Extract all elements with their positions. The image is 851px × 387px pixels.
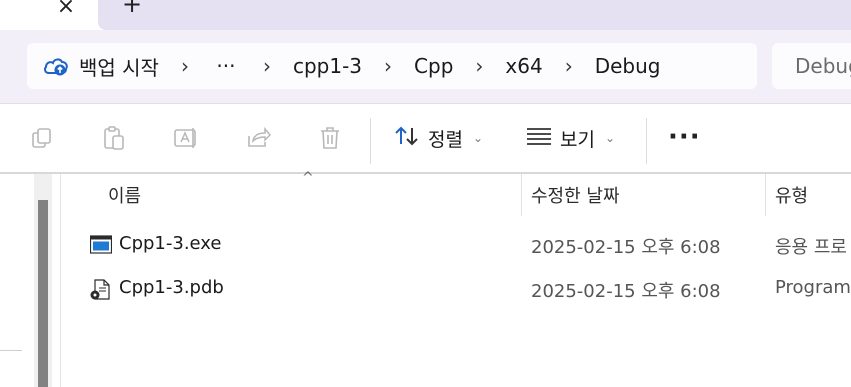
chevron-down-icon: ⌄: [604, 131, 616, 145]
breadcrumb-separator[interactable]: ›: [159, 54, 211, 78]
delete-icon[interactable]: [316, 124, 344, 152]
view-icon: [526, 126, 552, 151]
breadcrumb-home-label: 백업 시작: [79, 55, 159, 80]
toolbar-divider: [370, 118, 371, 164]
more-options-button[interactable]: ···: [668, 122, 701, 152]
search-input[interactable]: Debug: [772, 43, 851, 89]
rename-icon[interactable]: [172, 124, 200, 152]
column-header-name[interactable]: 이름: [108, 182, 141, 208]
close-tab-icon[interactable]: ×: [50, 0, 82, 22]
column-header-date[interactable]: 수정한 날짜: [531, 182, 620, 208]
pane-divider[interactable]: [60, 174, 61, 387]
file-name: Cpp1-3.exe: [119, 233, 222, 254]
file-name: Cpp1-3.pdb: [119, 277, 224, 298]
address-row: 백업 시작 › ··· › cpp1-3 › Cpp › x64 › Debug…: [0, 30, 851, 104]
pdb-icon: [90, 279, 112, 300]
sort-label: 정렬: [428, 128, 463, 151]
file-type: Program D: [775, 277, 851, 298]
command-bar: 정렬 ⌄ 보기 ⌄ ···: [0, 104, 851, 172]
tab-strip: × +: [0, 0, 851, 32]
breadcrumb-home[interactable]: 백업 시작: [43, 52, 159, 81]
toolbar-border: [0, 172, 851, 174]
file-type: 응용 프로: [775, 237, 847, 258]
share-icon[interactable]: [244, 124, 272, 152]
toolbar-divider: [646, 118, 647, 164]
column-header-type[interactable]: 유형: [775, 182, 808, 208]
tab-bar-area: [98, 0, 851, 30]
breadcrumb-x64[interactable]: x64: [505, 54, 542, 78]
breadcrumb-separator[interactable]: ›: [453, 54, 505, 78]
sort-caret-icon: ^: [302, 170, 314, 186]
view-label: 보기: [560, 128, 595, 151]
file-row[interactable]: Cpp1-3.exe 2025-02-15 오후 6:08 응용 프로: [70, 225, 851, 265]
nav-divider: [0, 350, 22, 351]
file-date: 2025-02-15 오후 6:08: [531, 237, 721, 258]
address-bar[interactable]: 백업 시작 › ··· › cpp1-3 › Cpp › x64 › Debug: [27, 43, 757, 89]
file-date: 2025-02-15 오후 6:08: [531, 281, 721, 302]
sort-icon: [394, 124, 420, 153]
exe-icon: [89, 235, 113, 255]
copy-icon[interactable]: [28, 124, 56, 152]
cloud-backup-icon: [43, 55, 69, 77]
nav-scrollbar-thumb[interactable]: [38, 200, 48, 387]
column-divider[interactable]: [765, 174, 766, 216]
search-placeholder: Debug: [795, 54, 851, 78]
breadcrumb-overflow[interactable]: ···: [211, 54, 241, 78]
breadcrumb-cpp[interactable]: Cpp: [414, 54, 453, 78]
breadcrumb-cpp1-3[interactable]: cpp1-3: [293, 54, 362, 78]
paste-icon[interactable]: [100, 124, 128, 152]
breadcrumb-separator[interactable]: ›: [362, 54, 414, 78]
chevron-down-icon: ⌄: [472, 131, 484, 145]
breadcrumb-debug[interactable]: Debug: [595, 54, 661, 78]
breadcrumb-separator[interactable]: ›: [241, 54, 293, 78]
breadcrumb-separator[interactable]: ›: [543, 54, 595, 78]
sort-button[interactable]: 정렬 ⌄: [394, 120, 483, 156]
column-divider[interactable]: [521, 174, 522, 216]
view-button[interactable]: 보기 ⌄: [526, 120, 615, 156]
new-tab-button[interactable]: +: [118, 0, 146, 18]
file-row[interactable]: Cpp1-3.pdb 2025-02-15 오후 6:08 Program D: [70, 269, 851, 309]
